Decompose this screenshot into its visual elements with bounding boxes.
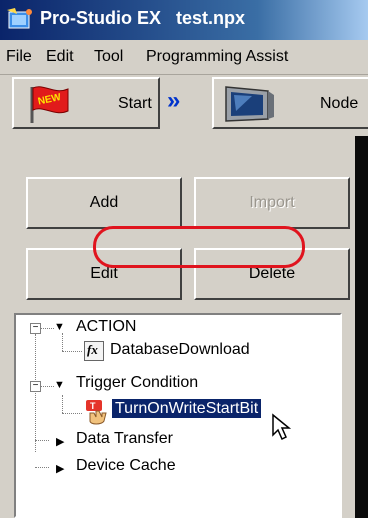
hand-trigger-icon: T <box>86 400 107 425</box>
tree-line <box>35 467 49 468</box>
mouse-cursor-icon <box>272 413 292 441</box>
menu-programming-assist[interactable]: Programming Assist <box>146 48 288 66</box>
tree-node-action[interactable]: ACTION <box>76 318 136 336</box>
window-title: Pro-Studio EX test.npx <box>40 8 246 28</box>
triangle-right-icon[interactable]: ▶ <box>56 462 64 475</box>
triangle-right-icon[interactable]: ▶ <box>56 435 64 448</box>
tree-node-data-transfer[interactable]: Data Transfer <box>76 430 173 448</box>
import-button[interactable]: Import <box>194 177 350 229</box>
function-icon-text: fx <box>87 342 98 357</box>
tree-line <box>40 328 54 329</box>
tree-line <box>62 351 82 352</box>
tree-line <box>40 386 54 387</box>
tree-node-device-cache[interactable]: Device Cache <box>76 457 176 475</box>
new-flag-icon: NEW <box>30 86 69 123</box>
tree-node-turn-on-write-start-bit[interactable]: TurnOnWriteStartBit <box>112 399 262 418</box>
trigger-action-panel: Add Import Edit Delete − ▼ ACTION fx Dat… <box>2 140 354 518</box>
callout-highlight-ring <box>93 226 305 268</box>
tree-line <box>62 413 82 414</box>
triangle-down-icon[interactable]: ▼ <box>54 321 65 333</box>
selected-label: TurnOnWriteStartBit <box>112 399 262 418</box>
svg-text:T: T <box>90 401 96 411</box>
start-button[interactable]: NEW Start <box>12 77 160 129</box>
panel-splitter[interactable] <box>355 136 368 518</box>
collapse-icon[interactable]: − <box>30 323 41 334</box>
tree-line <box>35 440 49 441</box>
double-chevron-right-icon: » <box>167 87 181 114</box>
monitor-icon <box>225 86 274 122</box>
application-window: Pro-Studio EX test.npx File Edit Tool Pr… <box>0 0 368 518</box>
menu-file[interactable]: File <box>6 48 32 66</box>
triangle-down-icon[interactable]: ▼ <box>54 379 65 391</box>
title-bar[interactable]: Pro-Studio EX test.npx <box>0 0 368 40</box>
menu-edit[interactable]: Edit <box>46 48 74 66</box>
node-button[interactable]: Node <box>212 77 368 129</box>
tree-node-trigger-condition[interactable]: Trigger Condition <box>76 374 198 392</box>
tree-line <box>62 395 63 413</box>
tree-line <box>35 334 36 452</box>
collapse-icon[interactable]: − <box>30 381 41 392</box>
trigger-tree-view[interactable]: − ▼ ACTION fx DatabaseDownload − ▼ Trigg… <box>14 313 342 518</box>
tree-line <box>62 333 63 351</box>
menu-tool[interactable]: Tool <box>94 48 123 66</box>
toolbar: NEW Start » Node <box>0 75 368 135</box>
menu-bar: File Edit Tool Programming Assist <box>0 40 368 75</box>
start-label: Start <box>118 95 152 112</box>
add-button[interactable]: Add <box>26 177 182 229</box>
tree-node-database-download[interactable]: DatabaseDownload <box>110 341 250 359</box>
app-icon <box>7 8 32 29</box>
node-label: Node <box>320 95 359 112</box>
